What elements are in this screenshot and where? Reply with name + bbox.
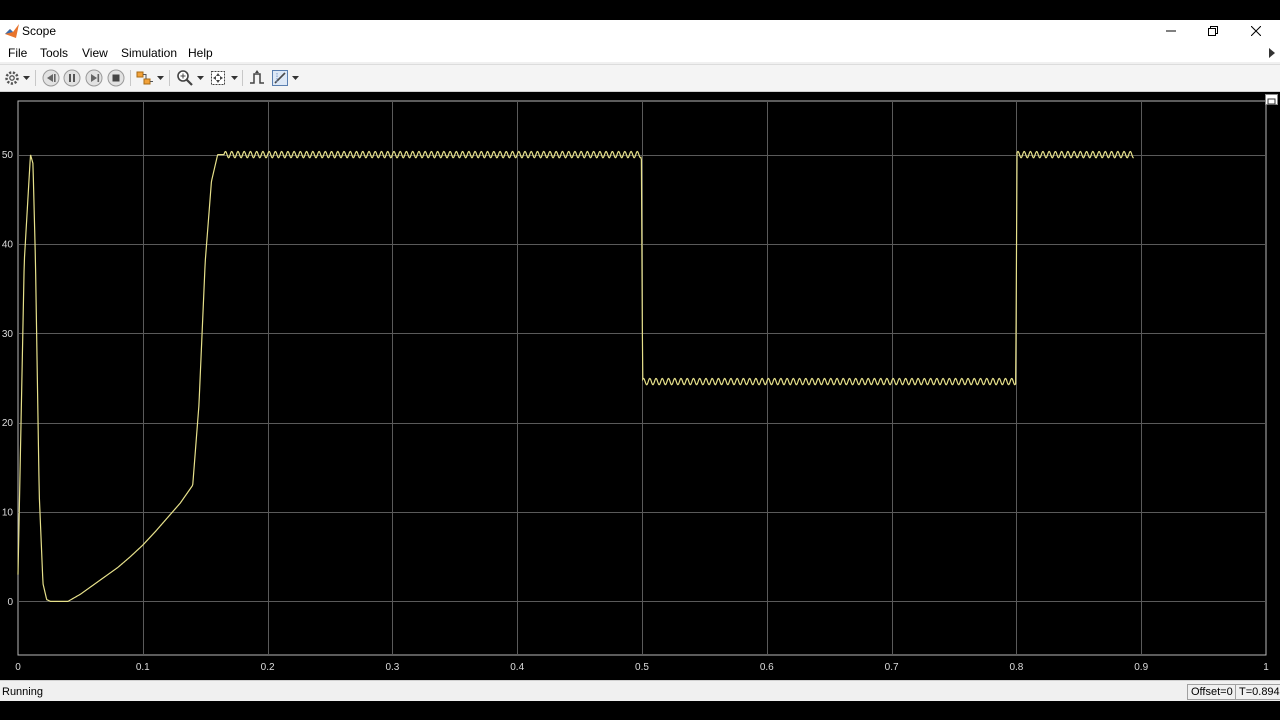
- step-forward-button[interactable]: [85, 69, 103, 87]
- menu-simulation[interactable]: Simulation: [121, 46, 177, 60]
- y-tick-label: 50: [2, 150, 14, 161]
- title-bar: Scope: [0, 20, 1280, 42]
- measurements-dropdown[interactable]: [292, 69, 299, 87]
- x-tick-label: 0.8: [1009, 662, 1023, 673]
- minimize-icon: [1166, 30, 1176, 32]
- plot-area[interactable]: 0 0.1 0.2 0.3 0.4 0.5 0.6 0.7 0.8 0.9 1 0 10 20 30 40 50: [0, 92, 1280, 680]
- zoom-dropdown[interactable]: [197, 69, 204, 87]
- menu-view[interactable]: View: [82, 46, 108, 60]
- x-tick-label: 0: [15, 662, 21, 673]
- cursor-measurements-button[interactable]: [271, 69, 289, 87]
- settings-button[interactable]: [4, 69, 20, 87]
- zoom-button[interactable]: [176, 69, 194, 87]
- x-tick-label: 0.2: [261, 662, 275, 673]
- triggers-button[interactable]: [248, 69, 266, 87]
- close-icon: [1251, 26, 1261, 36]
- restore-icon: [1208, 26, 1218, 36]
- toolbar: [0, 64, 1280, 92]
- triggers-icon: [250, 70, 264, 84]
- expand-axes-button[interactable]: [1265, 94, 1278, 105]
- minimize-button[interactable]: [1149, 20, 1193, 42]
- x-tick-label: 0.9: [1134, 662, 1148, 673]
- chevron-down-icon: [292, 76, 299, 80]
- x-tick-label: 0.6: [760, 662, 774, 673]
- zoom-in-icon: [177, 70, 193, 86]
- y-tick-label: 40: [2, 239, 14, 250]
- matlab-icon: [5, 24, 19, 38]
- offset-readout: Offset=0: [1187, 684, 1237, 700]
- step-back-icon: [42, 69, 60, 87]
- step-back-button[interactable]: [42, 69, 60, 87]
- autoscale-dropdown[interactable]: [231, 69, 238, 87]
- menu-file[interactable]: File: [8, 46, 27, 60]
- x-tick-label: 0.3: [385, 662, 399, 673]
- measurements-icon: [272, 70, 288, 86]
- time-readout: T=0.894: [1235, 684, 1280, 700]
- toolbar-divider: [35, 70, 36, 86]
- toolbar-divider: [242, 70, 243, 86]
- chevron-down-icon: [157, 76, 164, 80]
- status-bar: Running Offset=0 T=0.894: [0, 680, 1280, 701]
- highlight-simulink-button[interactable]: [136, 69, 154, 87]
- close-button[interactable]: [1234, 20, 1278, 42]
- highlight-dropdown[interactable]: [157, 69, 164, 87]
- pause-button[interactable]: [63, 69, 81, 87]
- toolbar-divider: [169, 70, 170, 86]
- autoscale-button[interactable]: [209, 69, 227, 87]
- menu-help[interactable]: Help: [188, 46, 213, 60]
- scope-window: Scope File Tools View Simulation Help 0 …: [0, 20, 1280, 701]
- stop-icon: [107, 69, 125, 87]
- y-tick-label: 0: [7, 597, 13, 608]
- y-tick-label: 10: [2, 508, 14, 519]
- y-tick-label: 20: [2, 418, 14, 429]
- stop-button[interactable]: [107, 69, 125, 87]
- x-tick-label: 0.5: [635, 662, 649, 673]
- window-title: Scope: [22, 24, 57, 38]
- menu-pin-icon[interactable]: [1268, 48, 1276, 58]
- x-tick-label: 1: [1263, 662, 1269, 673]
- menu-bar: File Tools View Simulation Help: [0, 42, 1280, 62]
- x-tick-label: 0.4: [510, 662, 524, 673]
- status-text: Running: [2, 686, 43, 698]
- autoscale-icon: [211, 71, 225, 85]
- gear-icon: [5, 71, 19, 85]
- x-tick-label: 0.7: [885, 662, 899, 673]
- scope-plot[interactable]: 0 0.1 0.2 0.3 0.4 0.5 0.6 0.7 0.8 0.9 101020304050: [0, 92, 1280, 680]
- chevron-down-icon: [231, 76, 238, 80]
- chevron-down-icon: [197, 76, 204, 80]
- pause-icon: [63, 69, 81, 87]
- restore-button[interactable]: [1191, 20, 1235, 42]
- y-tick-label: 30: [2, 329, 14, 340]
- step-forward-icon: [85, 69, 103, 87]
- x-tick-label: 0.1: [136, 662, 150, 673]
- signal-selector-icon: [136, 71, 153, 85]
- settings-dropdown[interactable]: [23, 69, 30, 87]
- expand-icon: [1267, 98, 1276, 105]
- toolbar-divider: [130, 70, 131, 86]
- menu-tools[interactable]: Tools: [40, 46, 68, 60]
- chevron-down-icon: [23, 76, 30, 80]
